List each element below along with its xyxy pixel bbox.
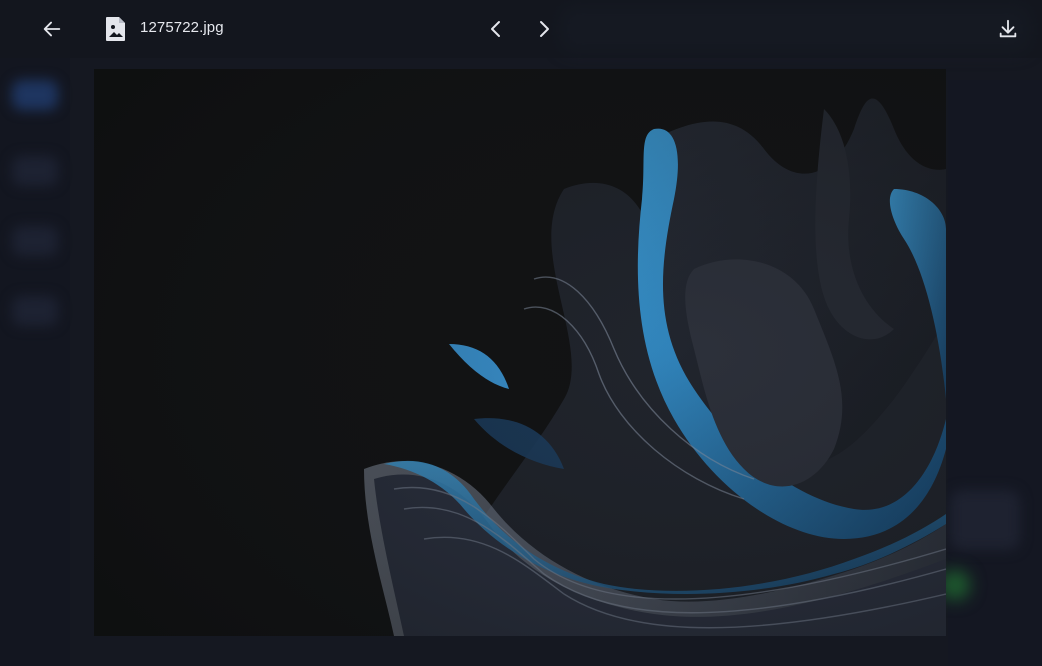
background-nav-item [12,80,58,110]
arrow-left-icon [43,21,61,37]
chevron-right-icon [540,21,549,37]
displayed-image [94,69,946,636]
image-viewer: 1275722.jpg [0,0,1042,666]
file-name: 1275722.jpg [140,19,224,36]
background-nav-item [12,296,58,326]
next-image-button[interactable] [530,13,558,45]
background-nav-item [12,226,58,256]
image-file-icon [104,14,128,44]
viewer-toolbar: 1275722.jpg [0,0,1042,58]
background-sidebar [0,58,70,666]
background-card [950,490,1020,550]
abstract-wave-artwork [94,69,946,636]
background-nav-item [12,156,58,186]
download-icon [999,19,1017,38]
back-button[interactable] [36,13,68,45]
previous-image-button[interactable] [482,13,510,45]
download-button[interactable] [992,13,1024,45]
chevron-left-icon [491,21,500,37]
